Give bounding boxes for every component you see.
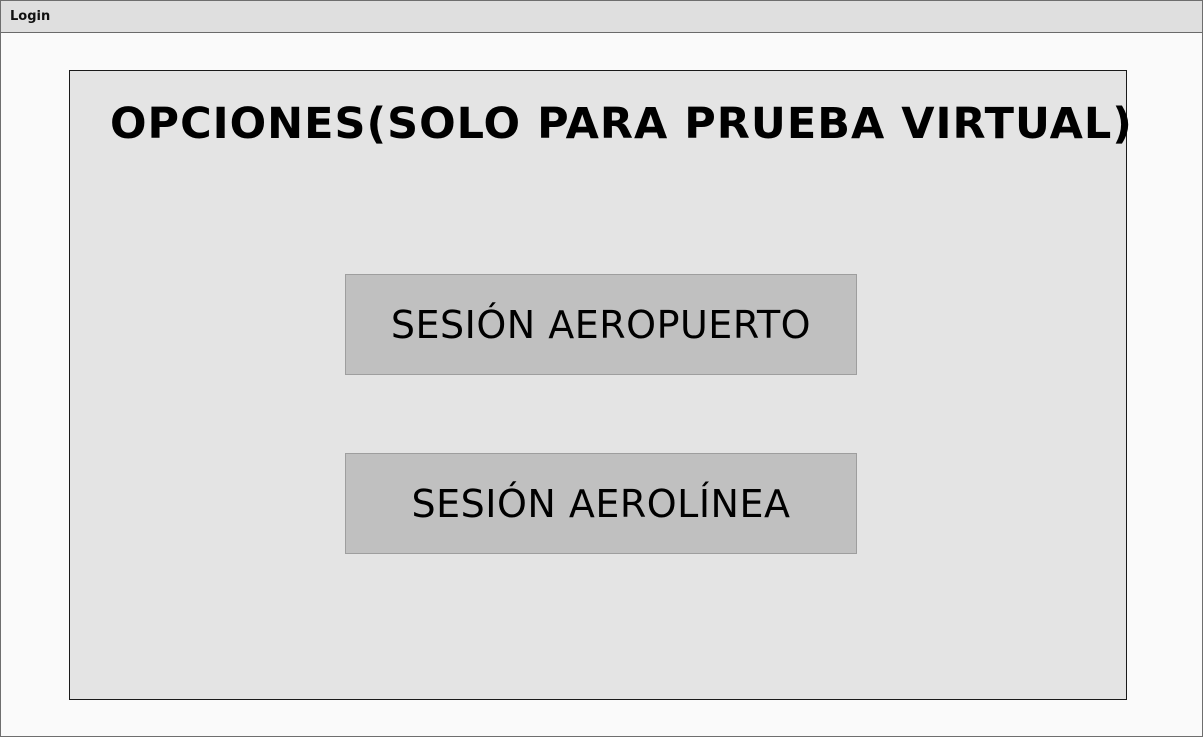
airport-session-button[interactable]: SESIÓN AEROPUERTO [345,274,857,375]
login-window: Login OPCIONES(SOLO PARA PRUEBA VIRTUAL)… [0,0,1203,737]
window-title: Login [10,9,51,24]
window-titlebar: Login [1,1,1202,33]
page-title: OPCIONES(SOLO PARA PRUEBA VIRTUAL) [110,99,1133,149]
options-panel: OPCIONES(SOLO PARA PRUEBA VIRTUAL) SESIÓ… [69,70,1133,700]
airport-session-button-label: SESIÓN AEROPUERTO [390,302,812,347]
airline-session-button[interactable]: SESIÓN AEROLÍNEA [345,453,857,554]
airline-session-button-label: SESIÓN AEROLÍNEA [411,481,791,526]
